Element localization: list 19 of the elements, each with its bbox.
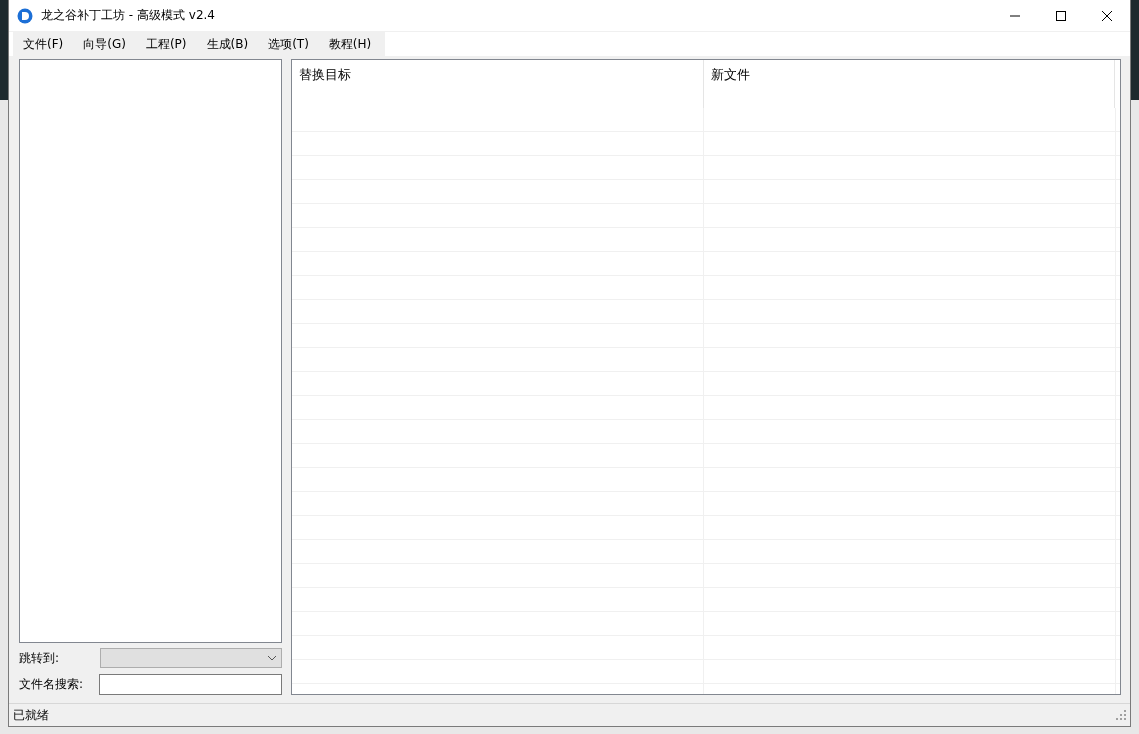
menu-item[interactable]: 文件(F) [13,35,74,53]
menu-item[interactable]: 教程(H) [318,35,382,53]
app-logo-icon [17,7,33,24]
column-header[interactable]: 替换目标 [292,60,704,108]
menu-item[interactable]: 选项(T) [258,35,319,53]
maximize-icon [1056,10,1066,21]
close-icon [1102,10,1112,21]
jump-to-label: 跳转到: [19,649,61,667]
menu-item[interactable]: 工程(P) [135,35,197,53]
search-field[interactable] [99,673,282,695]
resize-grip-icon [1116,710,1126,720]
search-label: 文件名搜索: [19,675,85,693]
window-title: 龙之谷补丁工坊 - 高级模式 v2.4 [41,7,216,24]
status-text: 已就绪 [13,706,49,724]
chevron-down-icon [267,655,277,661]
menu-item[interactable]: 向导(G) [73,35,136,53]
menu-item[interactable]: 生成(B) [196,35,259,53]
column-header[interactable]: 新文件 [704,60,1115,108]
file-tree[interactable] [19,59,282,643]
